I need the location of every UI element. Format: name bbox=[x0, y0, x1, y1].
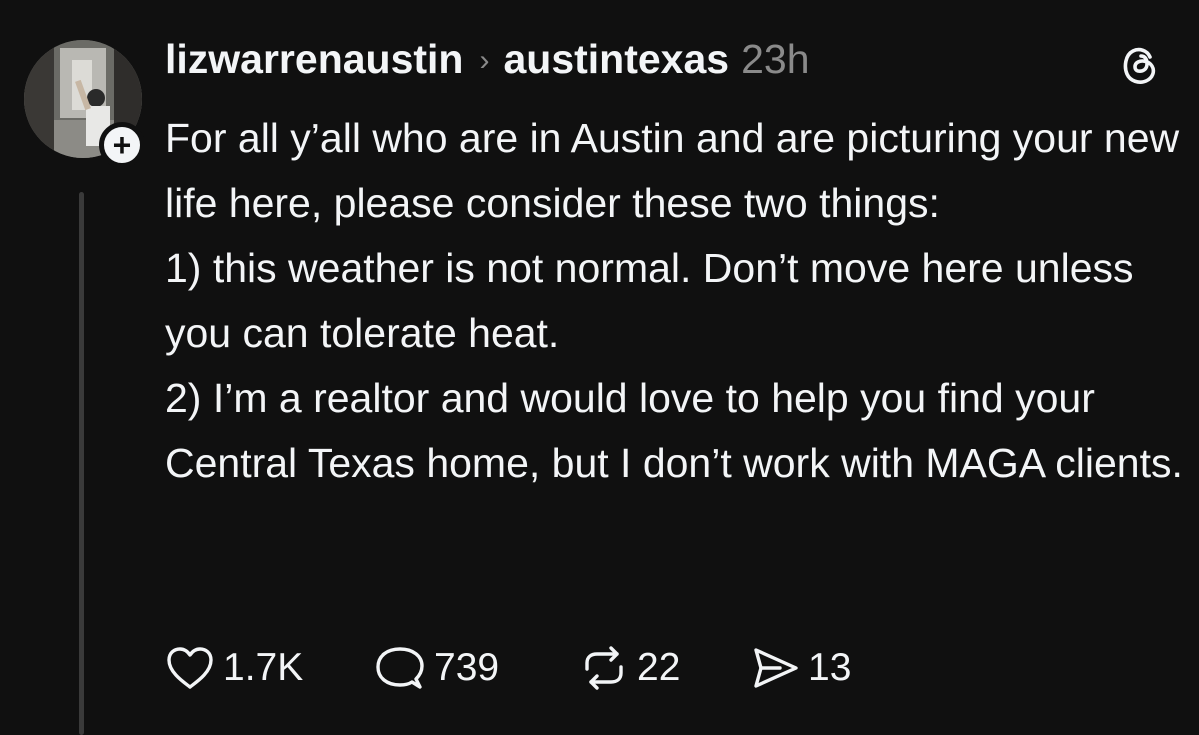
post-paragraph: 2) I’m a realtor and would love to help … bbox=[165, 375, 1183, 486]
heart-icon bbox=[167, 647, 213, 689]
share-button[interactable]: 13 bbox=[750, 645, 870, 691]
like-count: 1.7K bbox=[223, 646, 304, 689]
reply-button[interactable]: 739 bbox=[374, 645, 579, 691]
repost-icon bbox=[585, 646, 623, 690]
reply-count: 739 bbox=[434, 646, 500, 689]
post-timestamp: 23h bbox=[741, 36, 810, 82]
thread-line bbox=[79, 192, 84, 735]
thread-post: + lizwarrenaustin › austintexas 23h For … bbox=[0, 0, 1199, 735]
action-bar: 1.7K 739 22 13 bbox=[165, 638, 870, 698]
repost-button[interactable]: 22 bbox=[579, 645, 750, 691]
threads-logo-icon[interactable] bbox=[1119, 43, 1163, 87]
chevron-right-icon: › bbox=[479, 44, 490, 77]
community-name[interactable]: austintexas bbox=[503, 36, 729, 83]
like-button[interactable]: 1.7K bbox=[165, 645, 374, 691]
username[interactable]: lizwarrenaustin bbox=[165, 36, 463, 83]
follow-button[interactable]: + bbox=[99, 122, 145, 168]
send-icon bbox=[754, 648, 798, 688]
comment-icon bbox=[376, 647, 424, 689]
post-body: For all y’all who are in Austin and are … bbox=[165, 106, 1185, 496]
repost-count: 22 bbox=[637, 646, 681, 689]
post-paragraph: For all y’all who are in Austin and are … bbox=[165, 115, 1180, 226]
post-paragraph: 1) this weather is not normal. Don’t mov… bbox=[165, 245, 1134, 356]
post-header: lizwarrenaustin › austintexas 23h bbox=[165, 36, 810, 88]
share-count: 13 bbox=[808, 646, 852, 689]
